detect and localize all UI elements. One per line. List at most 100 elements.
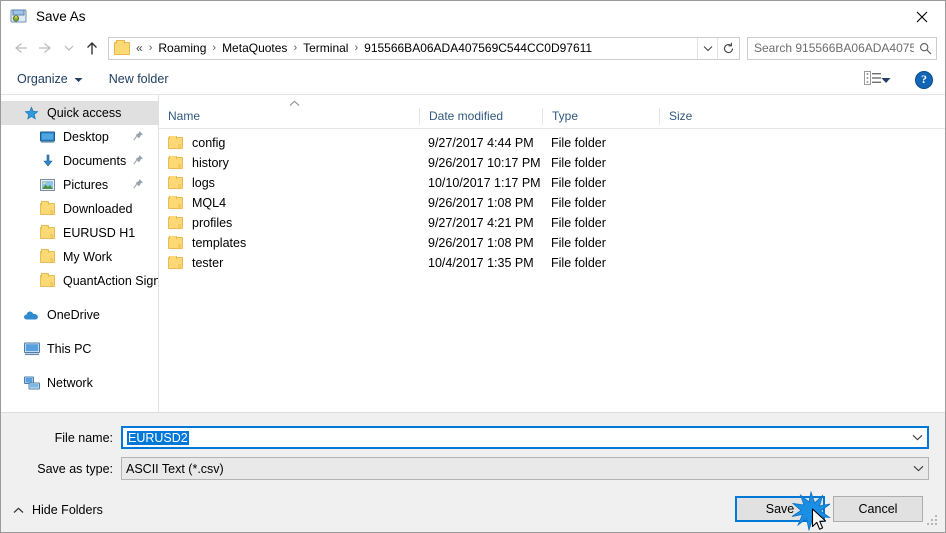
pin-icon[interactable]: [133, 178, 144, 192]
file-name-cell: profiles: [159, 216, 419, 230]
chevron-down-icon: [881, 73, 891, 87]
breadcrumb-item-terminal[interactable]: Terminal: [300, 39, 351, 57]
file-name-row: File name: EURUSD2: [1, 426, 945, 449]
sidebar-item-label: Documents: [63, 154, 127, 168]
view-options-button[interactable]: [864, 71, 891, 88]
column-header-size[interactable]: Size: [659, 108, 741, 125]
monitor-icon: [39, 129, 56, 145]
search-icon: [914, 42, 936, 55]
file-name-label: File name:: [54, 430, 113, 445]
file-list-pane: Name Date modified Type Size config 9/27…: [159, 95, 945, 412]
file-name-cell: tester: [159, 256, 419, 270]
breadcrumb-item-roaming[interactable]: Roaming: [155, 39, 209, 57]
breadcrumb-item-terminal-id[interactable]: 915566BA06ADA407569C544CC0D97611: [361, 39, 595, 57]
sidebar-item-eurusd-h1[interactable]: EURUSD H1: [1, 221, 158, 245]
type-cell: File folder: [551, 216, 606, 230]
sidebar-item-downloaded[interactable]: Downloaded: [1, 197, 158, 221]
breadcrumb-item-metaquotes[interactable]: MetaQuotes: [219, 39, 290, 57]
file-name-cell: config: [159, 136, 419, 150]
date-modified-cell: 9/27/2017 4:21 PM: [428, 216, 534, 230]
address-bar[interactable]: « › Roaming › MetaQuotes › Terminal › 91…: [108, 36, 740, 60]
organize-button[interactable]: Organize: [17, 72, 83, 86]
table-row[interactable]: tester 10/4/2017 1:35 PM File folder: [159, 253, 945, 273]
sidebar-item-label: Desktop: [63, 130, 109, 144]
help-button[interactable]: ?: [915, 70, 933, 89]
save-as-dialog: Save As « › Roaming › MetaQuotes › Termi…: [0, 0, 946, 533]
pc-icon: [23, 341, 40, 357]
folder-icon: [39, 249, 56, 265]
sidebar-item-documents[interactable]: Documents: [1, 149, 158, 173]
folder-icon: [39, 273, 56, 289]
file-name-label: templates: [192, 236, 247, 250]
table-row[interactable]: config 9/27/2017 4:44 PM File folder: [159, 133, 945, 153]
table-row[interactable]: templates 9/26/2017 1:08 PM File folder: [159, 233, 945, 253]
back-button[interactable]: [7, 35, 33, 61]
breadcrumb-lead[interactable]: «: [135, 39, 146, 57]
chevron-down-icon[interactable]: [908, 465, 928, 472]
table-row[interactable]: logs 10/10/2017 1:17 PM File folder: [159, 173, 945, 193]
refresh-icon[interactable]: [717, 37, 739, 59]
sidebar-item-label: Pictures: [63, 178, 109, 192]
command-bar-right: ?: [864, 64, 933, 95]
save-as-type-row: Save as type: ASCII Text (*.csv): [1, 457, 945, 480]
pin-icon[interactable]: [133, 154, 144, 168]
sidebar-item-label: Network: [47, 376, 93, 390]
file-name-input[interactable]: EURUSD2: [121, 426, 929, 449]
file-name-cell: templates: [159, 236, 419, 250]
dialog-buttons: Save Cancel: [727, 490, 923, 532]
file-name-cell: MQL4: [159, 196, 419, 210]
search-input[interactable]: Search 915566BA06ADA40756...: [748, 41, 914, 55]
date-modified-cell: 10/10/2017 1:17 PM: [428, 176, 541, 190]
address-dropdown-icon[interactable]: [697, 37, 717, 59]
date-modified-cell: 9/26/2017 1:08 PM: [428, 196, 534, 210]
sidebar-item-network[interactable]: Network: [1, 371, 158, 395]
new-folder-button[interactable]: New folder: [109, 72, 169, 86]
sidebar-item-label: EURUSD H1: [63, 226, 136, 240]
resize-grip-icon[interactable]: [927, 515, 939, 527]
folder-icon: [168, 176, 183, 189]
forward-button[interactable]: [33, 35, 59, 61]
navigation-bar: « › Roaming › MetaQuotes › Terminal › 91…: [1, 32, 945, 64]
sidebar-item-my-work[interactable]: My Work: [1, 245, 158, 269]
close-button[interactable]: [899, 1, 945, 32]
sidebar-item-quantaction-signal[interactable]: QuantAction Signal: [1, 269, 158, 293]
hide-folders-button[interactable]: Hide Folders: [13, 503, 103, 517]
sidebar-item-label: Downloaded: [63, 202, 133, 216]
save-as-type-select[interactable]: ASCII Text (*.csv): [121, 457, 929, 480]
table-row[interactable]: MQL4 9/26/2017 1:08 PM File folder: [159, 193, 945, 213]
mouse-pointer-icon: [811, 508, 828, 533]
breadcrumb: « › Roaming › MetaQuotes › Terminal › 91…: [135, 39, 697, 57]
date-modified-cell: 9/26/2017 10:17 PM: [428, 156, 541, 170]
sidebar-item-quick-access[interactable]: Quick access: [1, 101, 158, 125]
sidebar-item-pictures[interactable]: Pictures: [1, 173, 158, 197]
breadcrumb-separator: ›: [212, 42, 217, 54]
sidebar-item-label: QuantAction Signal: [63, 274, 158, 288]
up-button[interactable]: [79, 35, 105, 61]
table-row[interactable]: history 9/26/2017 10:17 PM File folder: [159, 153, 945, 173]
chevron-down-icon[interactable]: [907, 434, 927, 441]
cancel-button[interactable]: Cancel: [833, 496, 923, 522]
folder-icon: [114, 39, 130, 55]
column-header-date-modified[interactable]: Date modified: [419, 108, 542, 125]
recent-locations-button[interactable]: [59, 35, 79, 61]
sidebar-item-onedrive[interactable]: OneDrive: [1, 303, 158, 327]
date-modified-cell: 9/27/2017 4:44 PM: [428, 136, 534, 150]
save-button[interactable]: Save: [735, 490, 831, 532]
file-name-label: history: [192, 156, 229, 170]
column-header-name[interactable]: Name: [159, 108, 419, 125]
click-burst: [791, 490, 831, 532]
save-label: Save: [765, 502, 795, 516]
folder-icon: [168, 236, 183, 249]
sidebar-item-label: Quick access: [47, 106, 122, 120]
table-row[interactable]: profiles 9/27/2017 4:21 PM File folder: [159, 213, 945, 233]
folder-icon: [168, 156, 183, 169]
folder-icon: [168, 136, 183, 149]
sidebar-item-desktop[interactable]: Desktop: [1, 125, 158, 149]
pin-icon[interactable]: [133, 130, 144, 144]
column-header-type[interactable]: Type: [542, 108, 659, 125]
search-box[interactable]: Search 915566BA06ADA40756...: [747, 36, 937, 60]
file-name-label: config: [192, 136, 226, 150]
date-modified-cell: 10/4/2017 1:35 PM: [428, 256, 534, 270]
sidebar-item-this-pc[interactable]: This PC: [1, 337, 158, 361]
